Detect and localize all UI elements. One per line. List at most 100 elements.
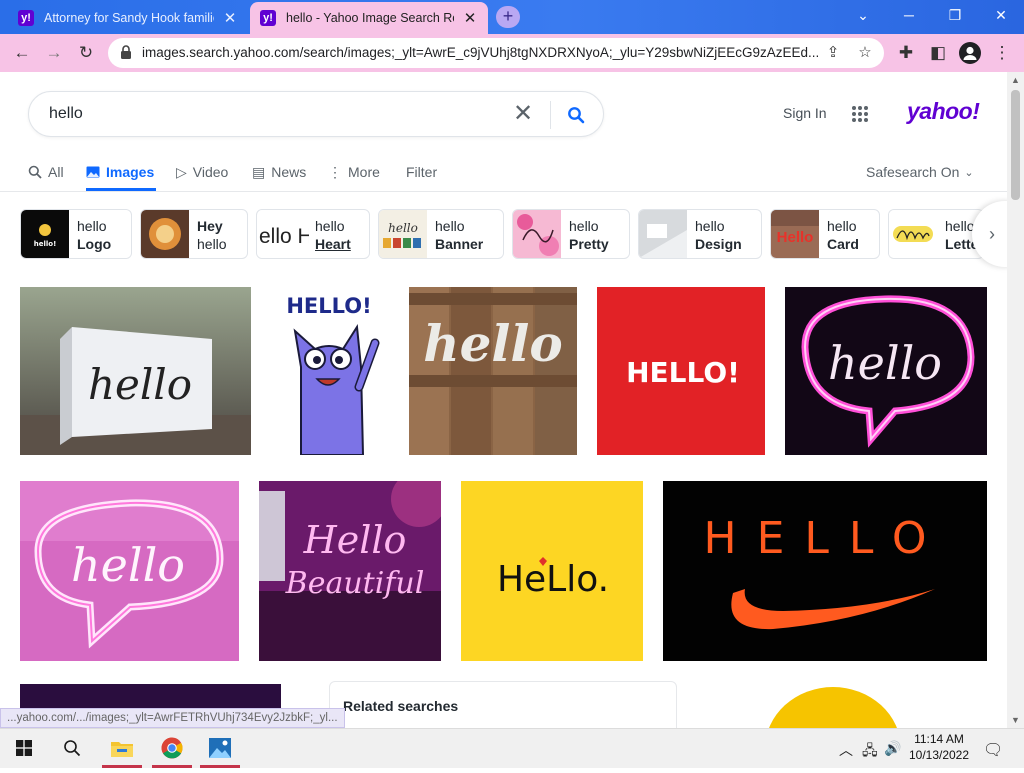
image-result-hello-neon-pink[interactable]: hello	[785, 287, 987, 455]
chip-line2: Banner	[435, 236, 484, 252]
browser-menu-icon[interactable]: ⋮	[990, 41, 1014, 65]
chrome-icon[interactable]	[150, 728, 194, 768]
scrollbar-thumb[interactable]	[1011, 90, 1020, 200]
tab-label: News	[271, 164, 307, 180]
tab-title: Attorney for Sandy Hook familie	[44, 11, 214, 25]
chip-hello-pretty[interactable]: hello Pretty	[512, 209, 630, 259]
tab-all[interactable]: All	[28, 163, 64, 181]
search-icon	[28, 165, 42, 179]
tray-overflow-chevron-icon[interactable]: ︿	[839, 740, 853, 760]
page-scrollbar[interactable]: ▲ ▼	[1007, 72, 1024, 728]
taskbar-search-icon[interactable]	[50, 728, 94, 768]
tab-search-icon[interactable]: ⌄	[840, 0, 886, 30]
status-bar-url: ...yahoo.com/.../images;_ylt=AwrFETRhVUh…	[0, 708, 345, 728]
image-text: HELLO!	[286, 294, 371, 318]
share-icon[interactable]: ⇪	[824, 44, 842, 62]
restore-button[interactable]: ❐	[932, 0, 978, 30]
bookmark-star-icon[interactable]: ☆	[856, 44, 874, 62]
chip-hello-letter[interactable]: hello Letter	[888, 209, 984, 259]
clear-search-icon[interactable]: ✕	[513, 102, 533, 126]
chip-hey-hello[interactable]: Hey hello	[140, 209, 248, 259]
image-result-hello-wood[interactable]: hello	[409, 287, 577, 455]
image-result-hello-cat[interactable]: HELLO!	[271, 287, 390, 455]
url-text: images.search.yahoo.com/search/images;_y…	[142, 45, 820, 60]
chip-card-text: Hello	[777, 229, 814, 246]
back-icon[interactable]: ←	[10, 41, 34, 65]
tab-yahoo-images[interactable]: y! hello - Yahoo Image Search Resu ✕	[250, 2, 488, 34]
reload-icon[interactable]: ↻	[74, 41, 98, 65]
new-tab-button[interactable]: +	[496, 6, 520, 28]
image-text: Hello	[303, 518, 407, 562]
chip-hello-logo[interactable]: hello! hello Logo	[20, 209, 132, 259]
chip-thumbnail	[141, 210, 189, 258]
chip-logo-text: hello!	[34, 240, 57, 248]
side-panel-icon[interactable]: ◧	[926, 41, 950, 65]
close-tab-icon[interactable]: ✕	[222, 9, 238, 27]
chip-hello-heart[interactable]: ello H hello Heart	[256, 209, 370, 259]
image-result-yellow-circle[interactable]	[697, 681, 967, 728]
tab-label: All	[48, 164, 64, 180]
minimize-button[interactable]: ─	[886, 0, 932, 30]
lock-icon	[121, 45, 131, 59]
image-result-hello-red[interactable]: HELLO!	[597, 287, 765, 455]
chip-line1: hello	[827, 218, 857, 234]
sign-in-link[interactable]: Sign In	[783, 105, 827, 121]
windows-start-icon[interactable]	[2, 728, 46, 768]
tab-more[interactable]: ⋮ More	[328, 163, 380, 181]
header-divider	[0, 191, 1007, 192]
yahoo-logo[interactable]: yahoo!	[907, 98, 980, 125]
chip-line2: Design	[695, 236, 742, 252]
tab-news[interactable]: ▤ News	[252, 163, 306, 181]
address-bar[interactable]: images.search.yahoo.com/search/images;_y…	[108, 38, 884, 68]
chip-thumbnail: Hello	[771, 210, 819, 258]
chip-heart-text: ello H	[259, 225, 309, 248]
image-result-hello-block[interactable]: hello	[20, 287, 251, 455]
forward-icon[interactable]: →	[42, 41, 66, 65]
chip-line1: hello	[695, 218, 725, 234]
chip-hello-card[interactable]: Hello hello Card	[770, 209, 880, 259]
image-text: Beautiful	[285, 566, 425, 601]
scroll-up-icon[interactable]: ▲	[1007, 72, 1024, 88]
extensions-icon[interactable]: ✚	[894, 41, 918, 65]
chip-line2: Logo	[77, 236, 112, 252]
search-input[interactable]: hello ✕	[28, 91, 604, 137]
more-icon: ⋮	[328, 163, 342, 180]
chip-thumbnail: ello H	[259, 210, 309, 258]
chip-line1: hello	[315, 218, 345, 234]
taskbar-clock[interactable]: 11:14 AM 10/13/2022	[906, 731, 972, 763]
photos-app-icon[interactable]	[198, 728, 242, 768]
image-text: HELLO!	[626, 356, 740, 389]
filter-button[interactable]: Filter	[406, 163, 437, 181]
chip-line1: hello	[435, 218, 465, 234]
chip-line1: hello	[945, 218, 975, 234]
apps-grid-icon[interactable]	[852, 106, 868, 122]
profile-avatar-icon[interactable]	[959, 42, 981, 64]
close-window-button[interactable]: ✕	[978, 0, 1024, 30]
image-text: hello	[71, 538, 185, 592]
scroll-down-icon[interactable]: ▼	[1007, 712, 1024, 728]
chip-line2: Card	[827, 236, 859, 252]
close-tab-icon[interactable]: ✕	[462, 9, 478, 27]
volume-icon[interactable]: 🔊	[884, 740, 901, 757]
safesearch-dropdown[interactable]: Safesearch On ⌄	[866, 163, 974, 181]
network-icon[interactable]: 🖧	[862, 740, 878, 764]
chip-thumbnail	[639, 210, 687, 258]
tab-video[interactable]: ▷ Video	[176, 163, 228, 181]
filter-label: Filter	[406, 164, 438, 180]
image-result-hello-beautiful[interactable]: Hello Beautiful	[259, 481, 441, 661]
image-result-hello-orange[interactable]: HELLO	[663, 481, 987, 661]
search-icon[interactable]	[567, 106, 585, 124]
tab-images[interactable]: Images	[86, 163, 154, 181]
notifications-icon[interactable]: 🗨	[983, 740, 1003, 760]
image-text: hello	[423, 314, 563, 373]
chip-hello-design[interactable]: hello Design	[638, 209, 762, 259]
tab-label: Images	[106, 164, 155, 180]
tab-attorney[interactable]: y! Attorney for Sandy Hook familie ✕	[8, 2, 248, 34]
image-result-hello-neon-bubble[interactable]: hello	[20, 481, 239, 661]
file-explorer-icon[interactable]	[100, 728, 144, 768]
chip-hello-banner[interactable]: hello hello Banner	[378, 209, 504, 259]
yahoo-favicon-icon: y!	[18, 10, 34, 26]
image-icon	[86, 166, 100, 178]
related-searches-heading: Related searches	[343, 698, 459, 714]
image-result-hello-yellow[interactable]: HeLlo.	[461, 481, 643, 661]
